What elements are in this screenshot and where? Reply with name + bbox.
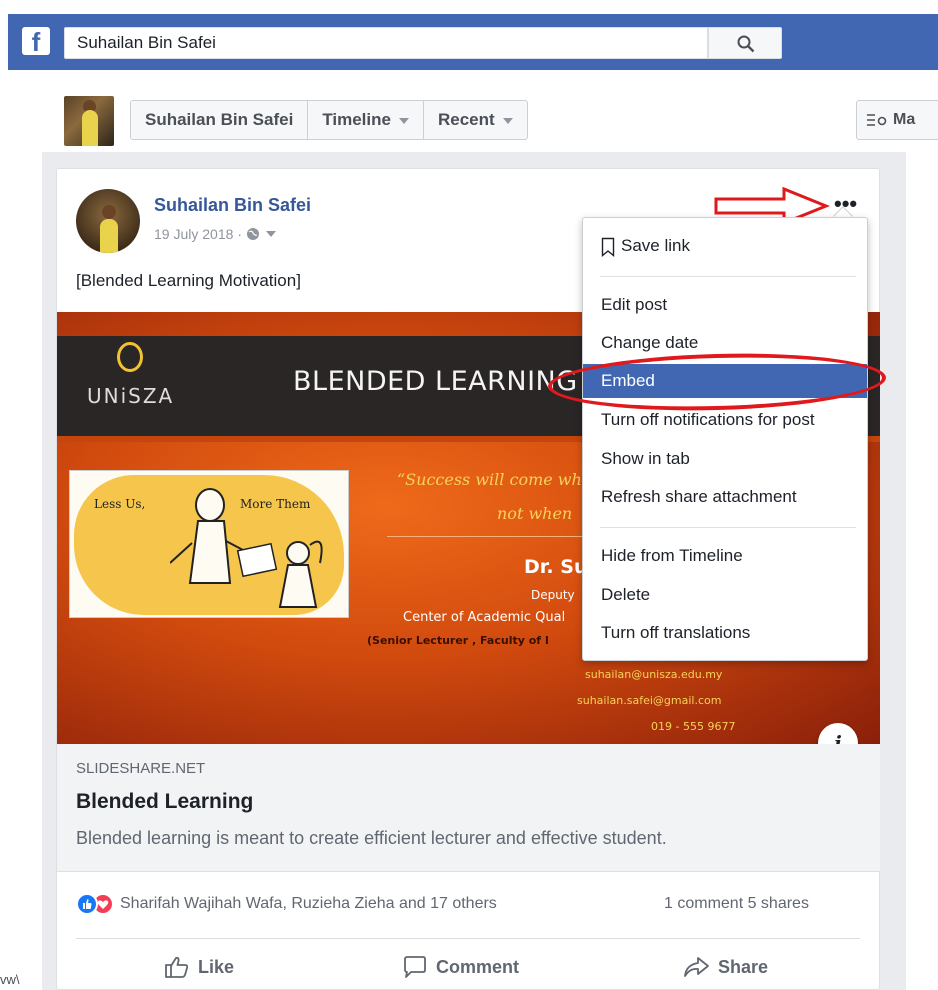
facebook-logo-icon[interactable]: f: [22, 27, 50, 57]
illustration-left-caption: Less Us,: [94, 497, 146, 511]
actions-divider: [76, 938, 860, 939]
avatar-head-shape: [102, 205, 116, 219]
save-link-label: Save link: [621, 236, 690, 255]
menu-separator: [600, 276, 856, 277]
unisza-crest-icon: [117, 342, 143, 372]
cartoon-illustration: Less Us, More Them: [69, 470, 349, 618]
share-label: Share: [718, 957, 769, 977]
chevron-down-icon: [398, 117, 409, 124]
menu-edit-post[interactable]: Edit post: [583, 288, 867, 322]
search-input[interactable]: Suhailan Bin Safei: [64, 27, 708, 59]
like-button[interactable]: Like: [164, 955, 234, 979]
link-title[interactable]: Blended Learning: [76, 789, 253, 815]
link-description: Blended learning is meant to create effi…: [76, 828, 667, 848]
post-date[interactable]: 19 July 2018: [154, 226, 233, 242]
manage-posts-button[interactable]: Ma: [856, 100, 938, 140]
menu-show-in-tab[interactable]: Show in tab: [583, 442, 867, 476]
share-button[interactable]: Share: [682, 955, 768, 979]
globe-icon[interactable]: [246, 227, 260, 241]
slide-quote-line2: not when: [497, 504, 573, 523]
timeline-label: Timeline: [322, 110, 391, 129]
link-domain: SLIDESHARE.NET: [76, 760, 206, 777]
share-arrow-icon: [684, 957, 709, 977]
manage-settings-icon: [867, 113, 887, 126]
bookmark-icon: [601, 237, 615, 257]
like-reaction-icon: [76, 893, 98, 915]
profile-name-pill[interactable]: Suhailan Bin Safei: [131, 101, 309, 139]
slide-center: Center of Academic Qual: [403, 610, 566, 625]
menu-refresh-share-attachment[interactable]: Refresh share attachment: [583, 480, 867, 514]
comments-shares-count[interactable]: 1 comment 5 shares: [664, 895, 809, 913]
post-text: [Blended Learning Motivation]: [76, 271, 301, 290]
recent-dropdown[interactable]: Recent: [424, 101, 527, 139]
reactors-names[interactable]: Sharifah Wajihah Wafa, Ruzieha Zieha and…: [120, 895, 497, 913]
meta-separator: ·: [237, 226, 243, 242]
slide-email-2: suhailan.safei@gmail.com: [577, 694, 722, 707]
comment-button[interactable]: Comment: [402, 955, 519, 979]
menu-turn-off-translations[interactable]: Turn off translations: [583, 616, 867, 650]
comment-label: Comment: [436, 957, 520, 977]
slide-quote-line1: “Success will come whe: [397, 470, 592, 489]
search-button[interactable]: [708, 27, 782, 59]
cropped-side-text: vw\: [0, 972, 20, 987]
chevron-down-icon: [502, 117, 513, 124]
slide-phone: 019 - 555 9677: [651, 720, 736, 733]
speech-bubble-icon: [404, 956, 426, 978]
profile-thumbnail[interactable]: [64, 96, 114, 146]
slide-speaker-role: Deputy: [531, 588, 575, 602]
menu-hide-from-timeline[interactable]: Hide from Timeline: [583, 539, 867, 573]
menu-save-link[interactable]: Save link: [583, 229, 867, 263]
avatar-body-shape: [100, 219, 118, 253]
slide-speaker-name: Dr. Su: [524, 556, 588, 578]
slide-title: BLENDED LEARNING: [293, 366, 578, 397]
author-avatar[interactable]: [76, 189, 140, 253]
avatar-body-shape: [82, 110, 98, 146]
recent-label: Recent: [437, 110, 495, 129]
menu-separator: [600, 527, 856, 528]
slide-email-1: suhailan@unisza.edu.my: [585, 668, 723, 681]
slide-senior: (Senior Lecturer , Faculty of I: [367, 634, 549, 647]
manage-label: Ma: [893, 111, 916, 128]
menu-delete[interactable]: Delete: [583, 578, 867, 612]
reactions-summary[interactable]: Sharifah Wajihah Wafa, Ruzieha Zieha and…: [76, 893, 497, 915]
timeline-nav: Suhailan Bin Safei Timeline Recent: [130, 100, 528, 140]
like-label: Like: [198, 957, 235, 977]
thumbs-up-icon: [165, 956, 189, 978]
cartoon-figures-icon: [170, 488, 323, 608]
unisza-logo-text: UNiSZA: [87, 384, 175, 408]
post-meta: 19 July 2018 ·: [154, 226, 277, 242]
audience-chevron-down-icon[interactable]: [266, 231, 277, 237]
search-icon: [737, 35, 755, 53]
post-author-link[interactable]: Suhailan Bin Safei: [154, 194, 311, 216]
timeline-dropdown[interactable]: Timeline: [308, 101, 424, 139]
